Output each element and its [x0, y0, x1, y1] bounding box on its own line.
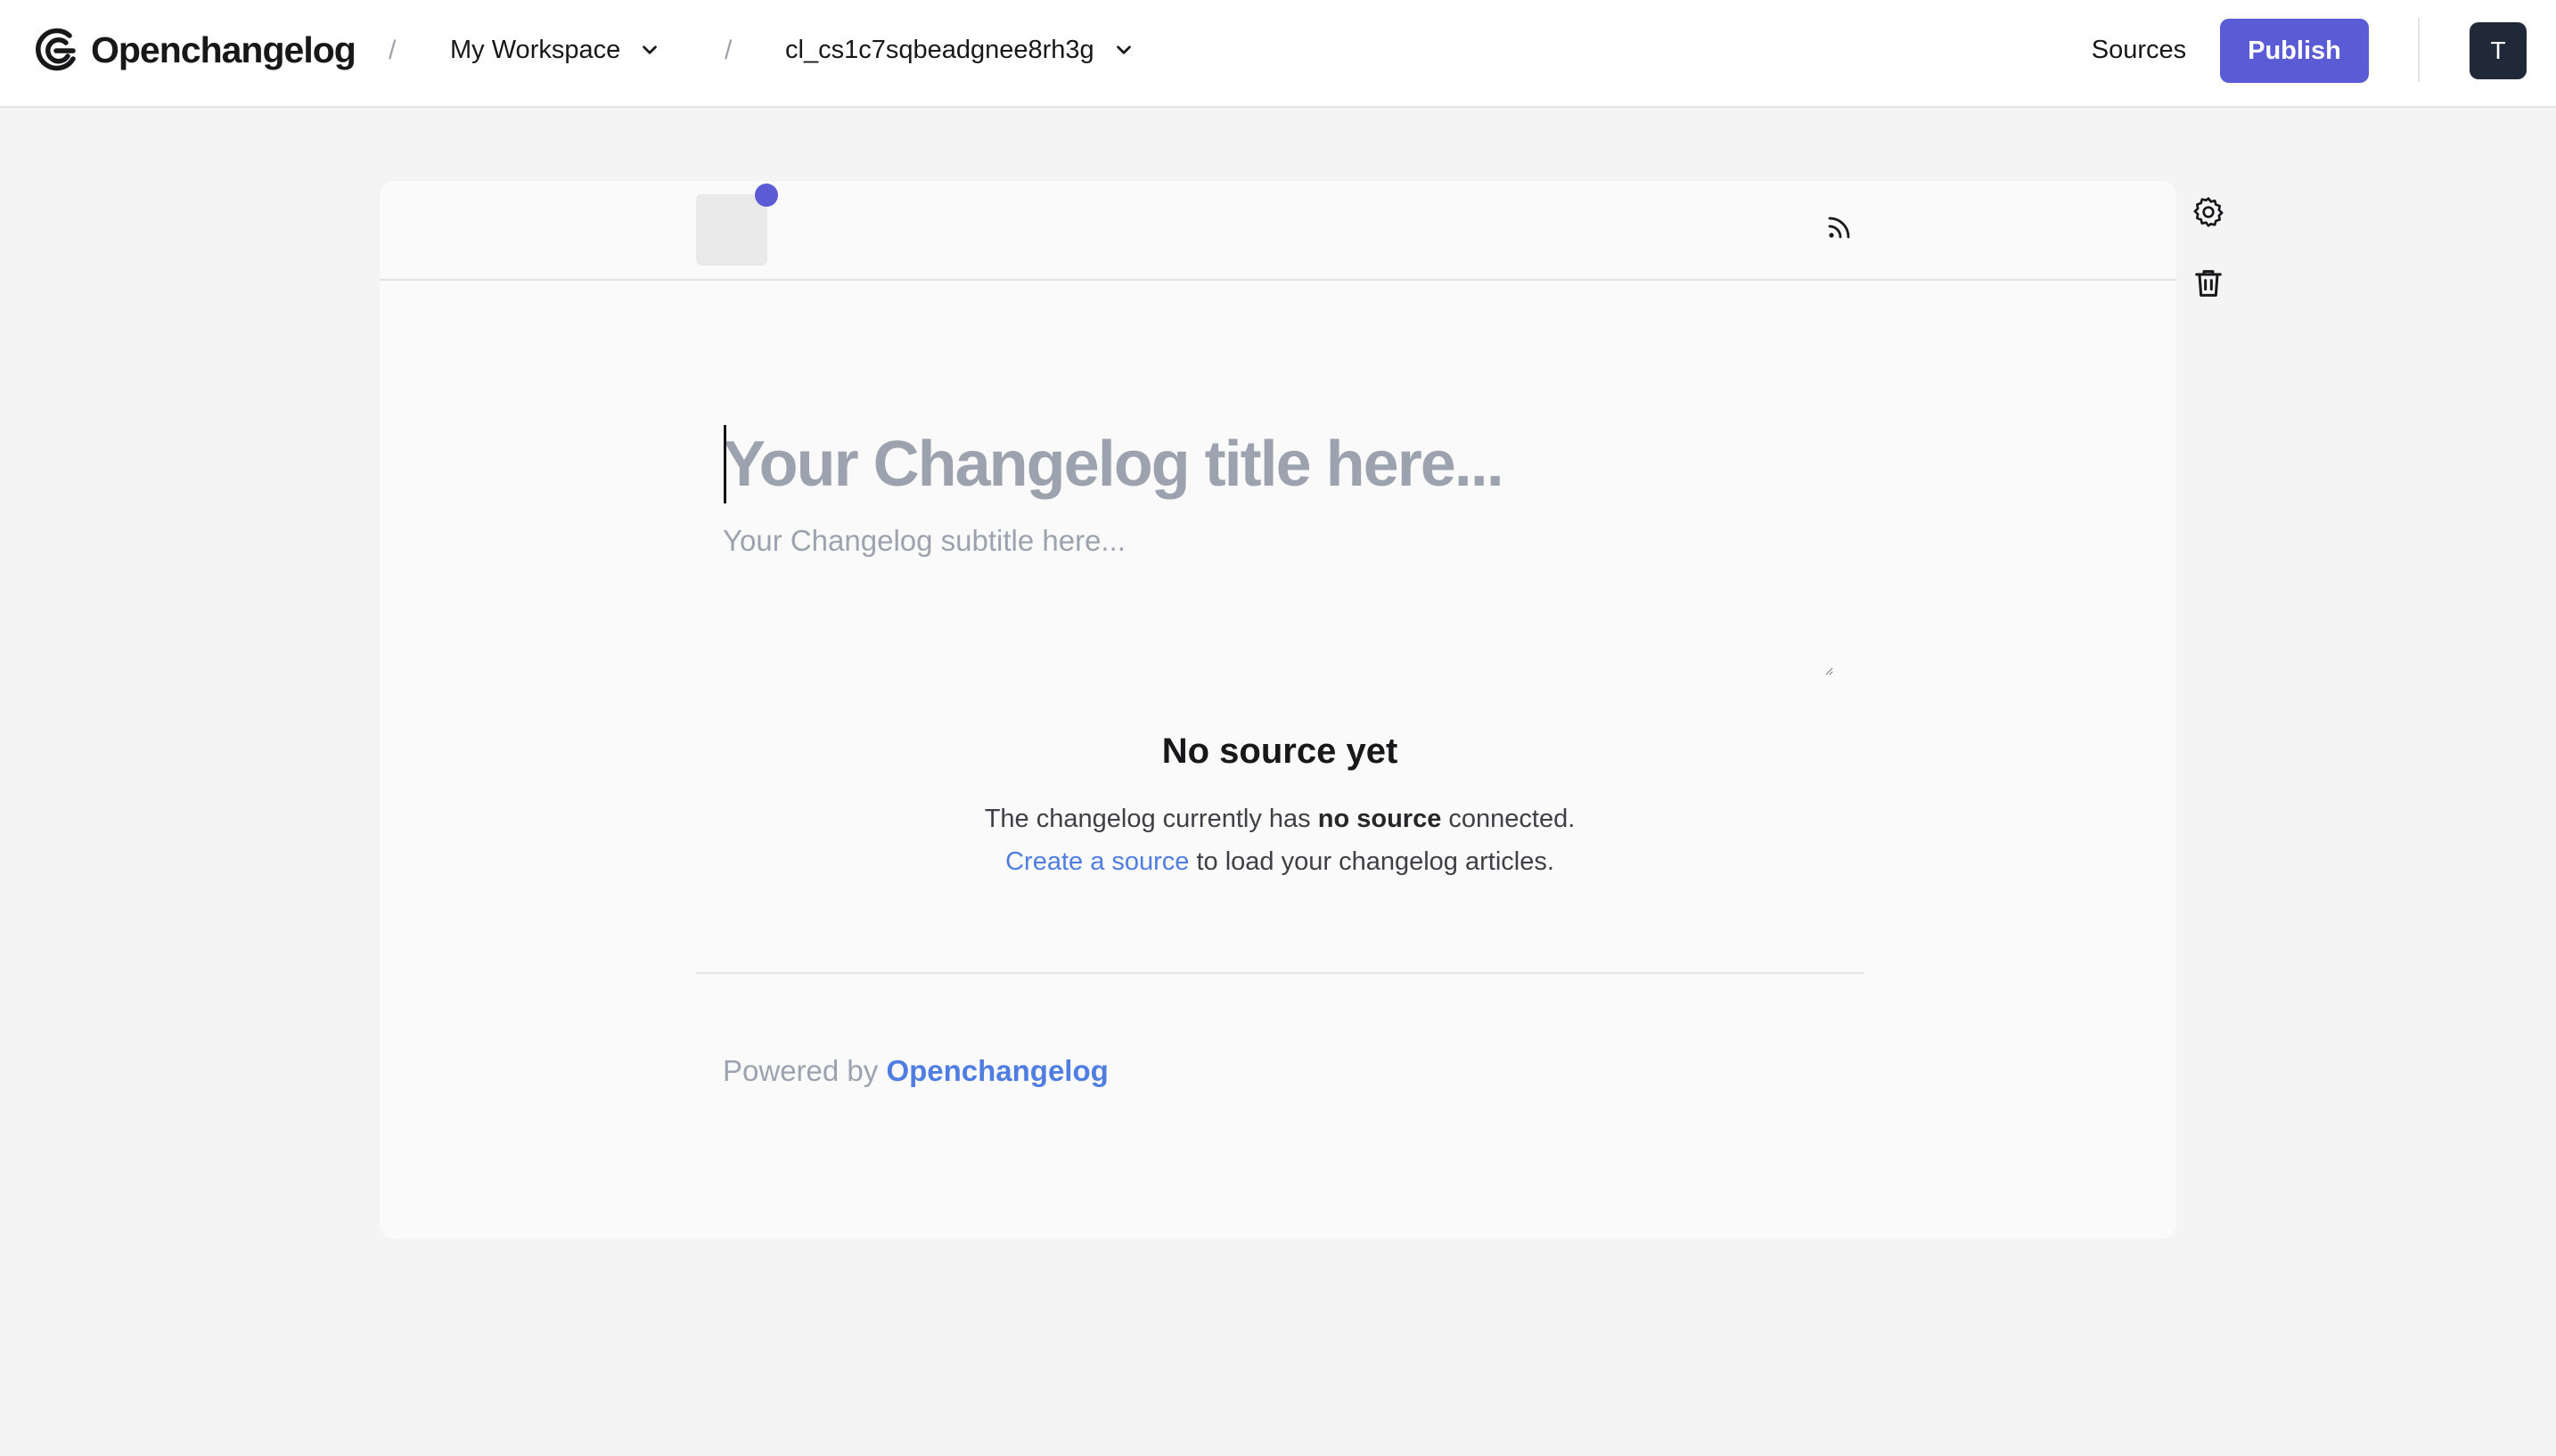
breadcrumb-separator: / [389, 36, 397, 65]
changelog-dropdown[interactable]: cl_cs1c7sqbeadgnee8rh3g [785, 29, 1135, 71]
changelog-preview-card: No source yet The changelog currently ha… [380, 181, 2176, 1239]
brand-name[interactable]: Openchangelog [91, 27, 356, 73]
changelog-id: cl_cs1c7sqbeadgnee8rh3g [785, 36, 1094, 64]
empty-state-text: The changelog currently has [984, 805, 1311, 833]
empty-state-text: connected. [1448, 805, 1576, 833]
trash-icon [2195, 270, 2222, 297]
header-divider [2418, 18, 2420, 82]
powered-by: Powered by Openchangelog [723, 1049, 1109, 1093]
changelog-header [380, 181, 2176, 281]
changelog-subtitle-input[interactable] [723, 524, 1833, 675]
chevron-down-icon [1116, 45, 1131, 54]
text-caret [724, 425, 726, 503]
delete-button[interactable] [2191, 266, 2226, 301]
chevron-down-icon [643, 45, 658, 54]
settings-button[interactable] [2191, 194, 2226, 230]
changelog-title-input[interactable] [723, 421, 1846, 507]
gear-icon [2193, 197, 2224, 227]
openchangelog-logo-icon[interactable] [34, 27, 80, 73]
empty-state-heading: No source yet [1161, 732, 1398, 771]
top-bar: Openchangelog / My Workspace / cl_cs1c7s… [0, 0, 2556, 108]
workspace-name: My Workspace [450, 36, 621, 64]
empty-state-emphasis: no source [1317, 805, 1442, 833]
powered-by-label: Powered by [723, 1054, 879, 1087]
footer-divider [696, 972, 1864, 974]
openchangelog-link[interactable]: Openchangelog [886, 1054, 1108, 1087]
rss-icon[interactable] [1825, 213, 1854, 241]
logo-edit-indicator[interactable] [755, 184, 778, 207]
workspace-dropdown[interactable]: My Workspace [450, 29, 661, 71]
empty-state-cta: Create a source to load your changelog a… [696, 847, 1864, 877]
breadcrumb-separator: / [725, 36, 733, 65]
empty-state-message: The changelog currently has no source co… [696, 805, 1864, 834]
empty-state-text: to load your changelog articles. [1196, 847, 1554, 876]
publish-button[interactable]: Publish [2220, 19, 2369, 83]
user-avatar[interactable]: T [2470, 22, 2527, 79]
sources-link[interactable]: Sources [2068, 29, 2210, 71]
logo-upload-slot[interactable] [696, 194, 767, 266]
create-source-link[interactable]: Create a source [1005, 847, 1189, 876]
